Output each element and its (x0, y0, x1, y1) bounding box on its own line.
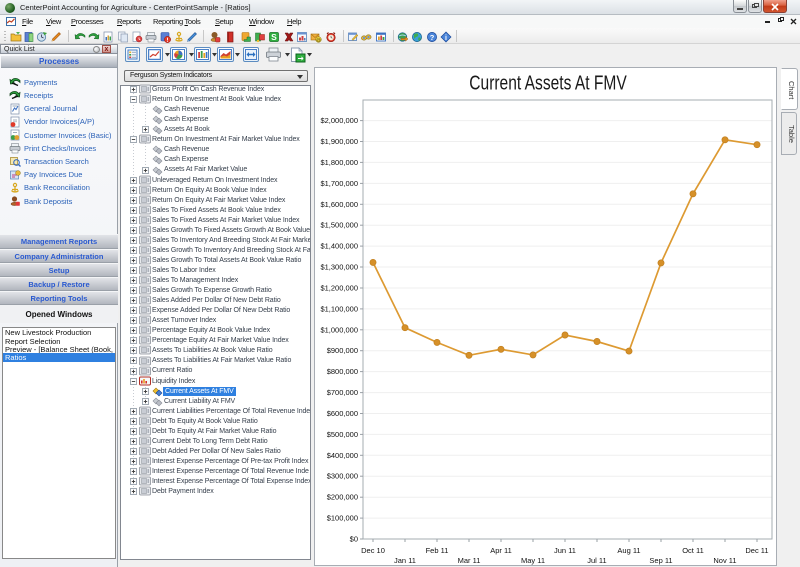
svg-text:$0: $0 (350, 535, 358, 544)
svg-text:Jan 11: Jan 11 (394, 556, 416, 565)
svg-text:May 11: May 11 (521, 556, 545, 565)
svg-text:$1,600,000: $1,600,000 (320, 200, 358, 209)
svg-text:$700,000: $700,000 (327, 388, 358, 397)
svg-text:Current Assets At FMV: Current Assets At FMV (469, 71, 627, 94)
svg-text:$800,000: $800,000 (327, 367, 358, 376)
svg-text:$200,000: $200,000 (327, 493, 358, 502)
svg-text:Jul 11: Jul 11 (587, 556, 606, 565)
svg-text:Sep 11: Sep 11 (649, 556, 672, 565)
svg-text:$2,000,000: $2,000,000 (320, 116, 358, 125)
svg-text:$1,100,000: $1,100,000 (320, 304, 358, 313)
svg-text:Dec 10: Dec 10 (361, 546, 385, 555)
svg-text:$1,500,000: $1,500,000 (320, 221, 358, 230)
svg-text:Aug 11: Aug 11 (617, 546, 640, 555)
svg-text:@: @ (316, 37, 321, 42)
svg-text:Mar 11: Mar 11 (458, 556, 481, 565)
svg-text:?: ? (430, 33, 435, 42)
svg-text:$1,900,000: $1,900,000 (320, 137, 358, 146)
svg-text:Dec 11: Dec 11 (745, 546, 768, 555)
svg-text:$600,000: $600,000 (327, 409, 358, 418)
svg-text:$400,000: $400,000 (327, 451, 358, 460)
svg-text:$500,000: $500,000 (327, 430, 358, 439)
svg-text:$900,000: $900,000 (327, 346, 358, 355)
svg-text:$1,700,000: $1,700,000 (320, 179, 358, 188)
svg-text:$100,000: $100,000 (327, 514, 358, 523)
svg-text:S: S (271, 32, 277, 42)
svg-text:Apr 11: Apr 11 (490, 546, 512, 555)
svg-text:Nov 11: Nov 11 (713, 556, 736, 565)
svg-text:Jun 11: Jun 11 (554, 546, 576, 555)
svg-text:Oct 11: Oct 11 (682, 546, 704, 555)
svg-text:$300,000: $300,000 (327, 472, 358, 481)
svg-text:$1,000,000: $1,000,000 (320, 325, 358, 334)
svg-text:Feb 11: Feb 11 (426, 546, 449, 555)
svg-text:i: i (445, 35, 447, 42)
svg-text:$1,300,000: $1,300,000 (320, 263, 358, 272)
svg-text:$1,200,000: $1,200,000 (320, 284, 358, 293)
svg-text:$1,400,000: $1,400,000 (320, 242, 358, 251)
svg-text:$1,800,000: $1,800,000 (320, 158, 358, 167)
